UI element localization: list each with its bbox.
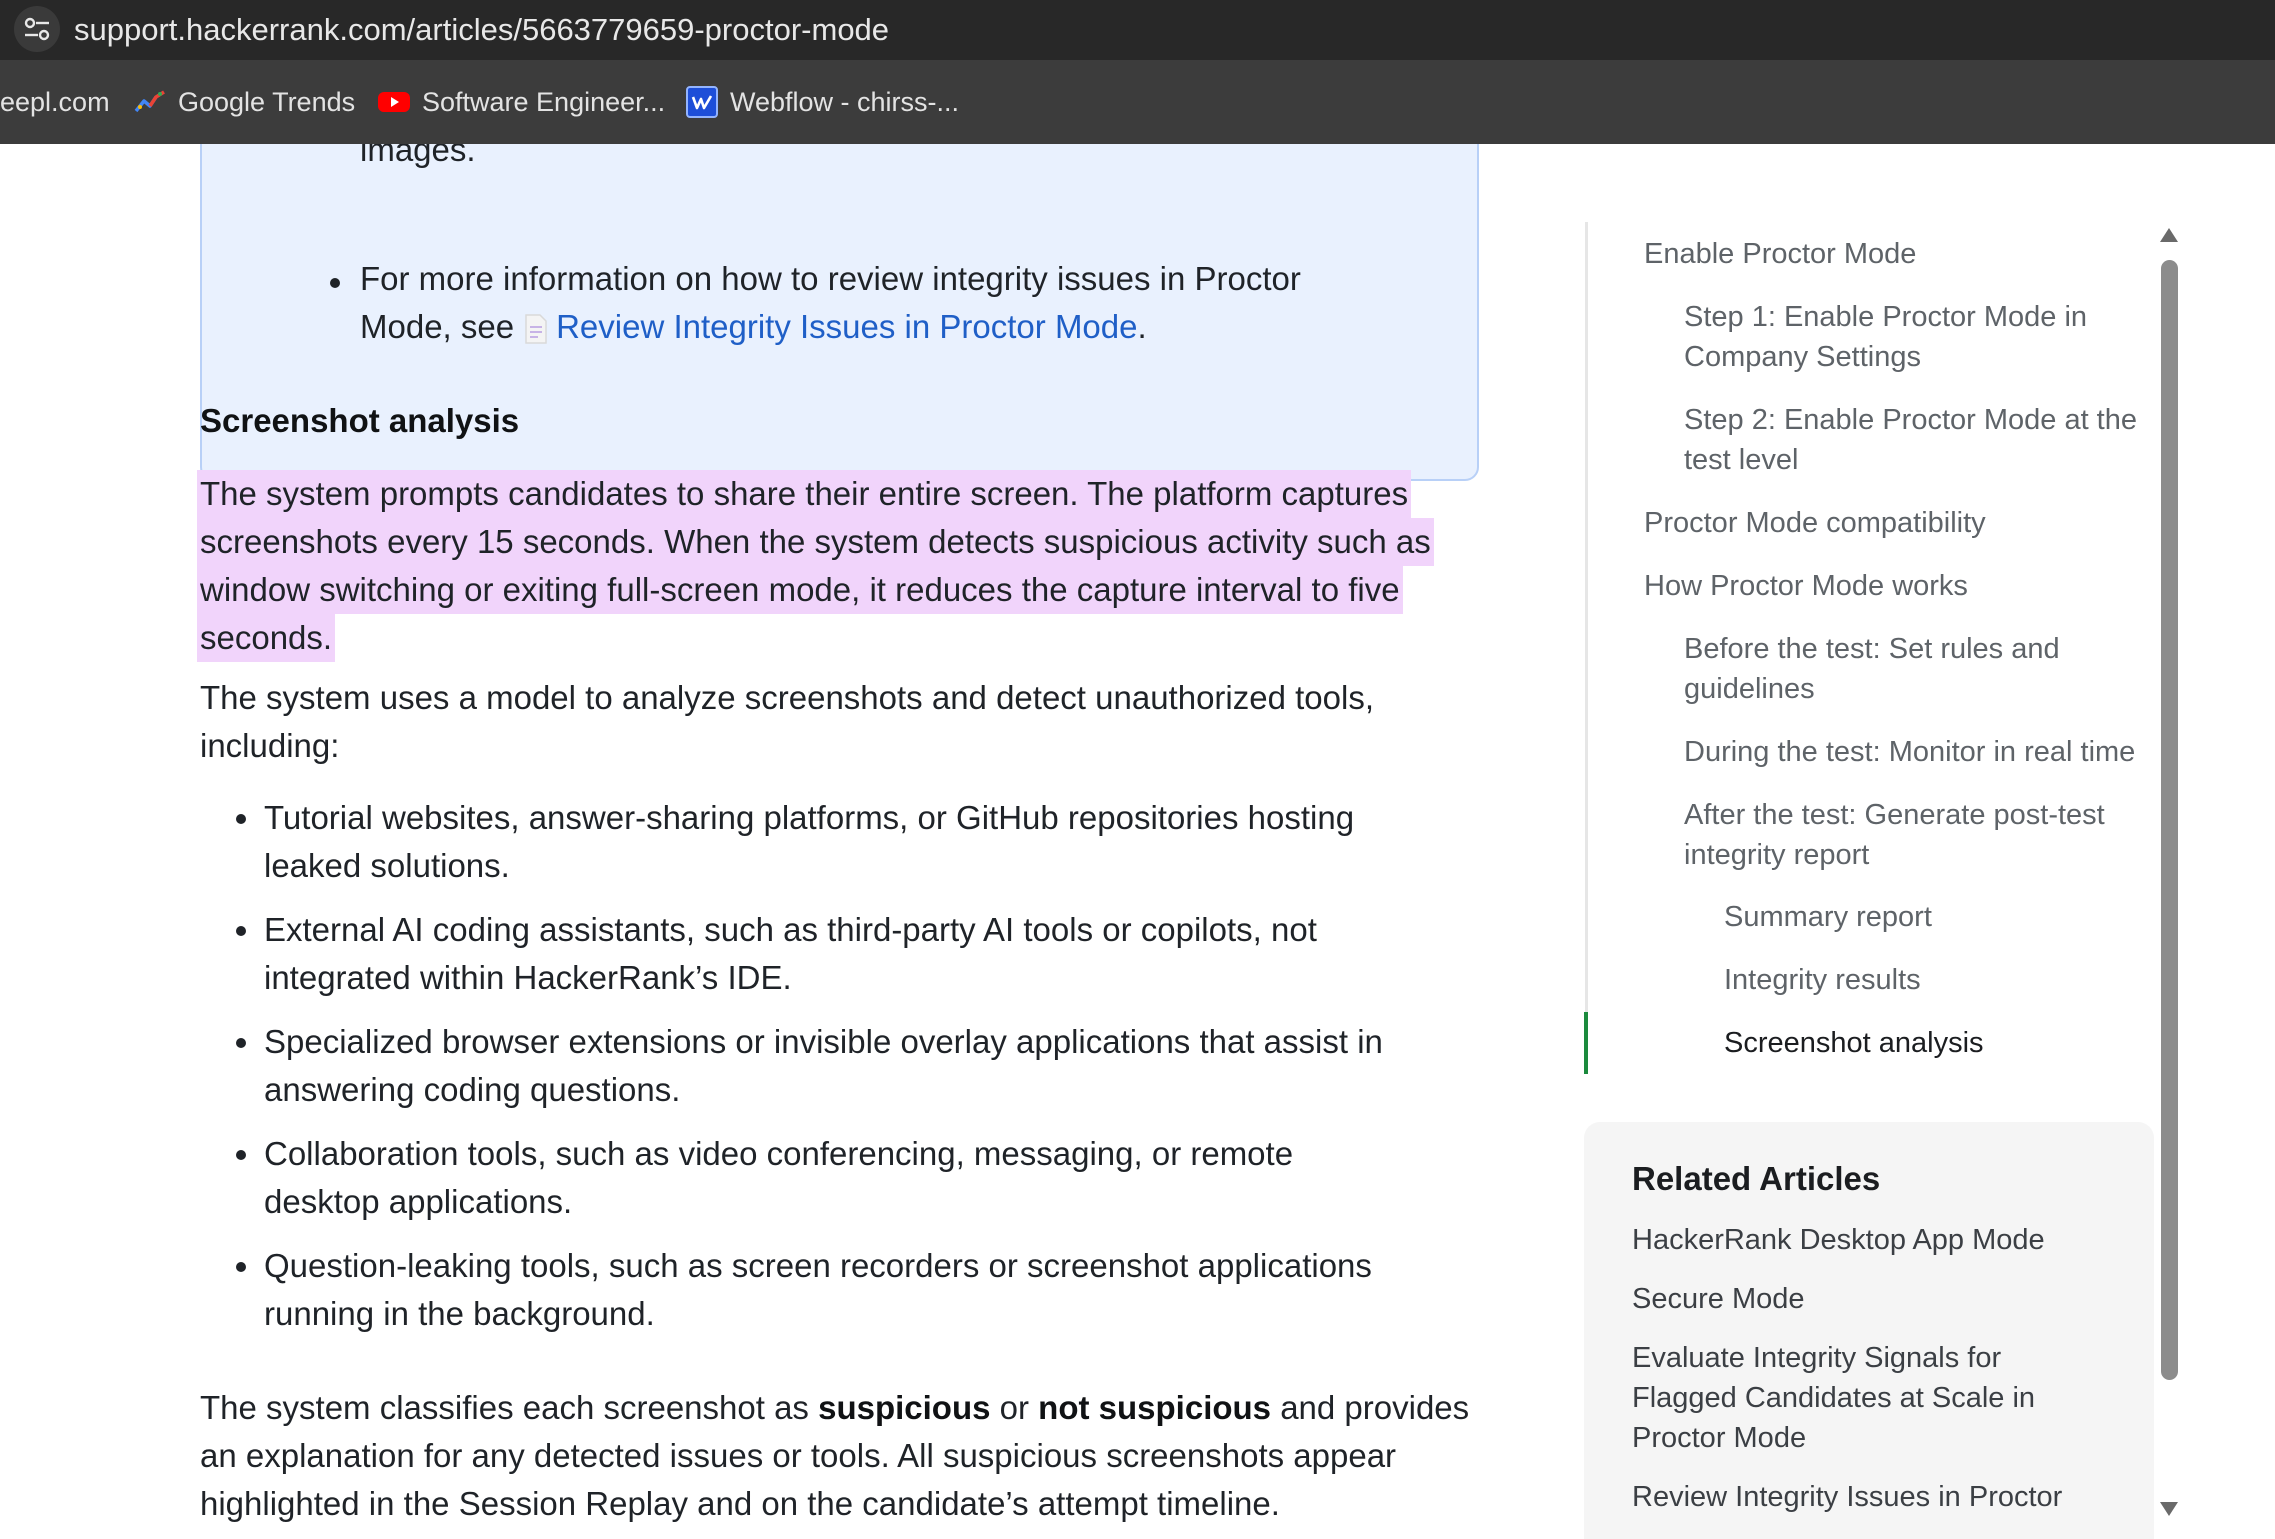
bookmark-label: Google Trends — [178, 87, 356, 117]
paragraph-line: The system uses a model to analyze scree… — [200, 679, 1374, 716]
highlighted-paragraph: The system prompts candidates to share t… — [197, 470, 1500, 662]
paragraph-line: The system classifies each screenshot as… — [200, 1384, 1500, 1432]
toc-item-label: integrity report — [1684, 839, 1870, 871]
related-link-line: Flagged Candidates at Scale in — [1632, 1382, 2036, 1414]
paragraph-line: including: — [200, 727, 340, 764]
scroll-up-arrow-icon[interactable] — [2160, 228, 2178, 242]
classify-paragraph: The system classifies each screenshot as… — [200, 1384, 1500, 1528]
callout-line2-prefix: Mode, see — [360, 308, 515, 345]
document-icon — [524, 309, 548, 357]
related-link-secure-mode[interactable]: Secure Mode — [1632, 1279, 1805, 1319]
review-integrity-link[interactable]: Review Integrity Issues in Proctor Mode — [556, 308, 1137, 345]
toc-item-step-1[interactable]: Step 1: Enable Proctor Mode in Company S… — [1684, 297, 2087, 377]
toc-rail — [1585, 222, 1588, 1072]
highlight-line: seconds. — [197, 614, 336, 662]
toc-item-label: Step 2: Enable Proctor Mode at the — [1684, 404, 2137, 436]
toc-item-how-it-works[interactable]: How Proctor Mode works — [1644, 566, 1968, 606]
toc-item-label: Company Settings — [1684, 341, 1921, 373]
related-link-line: Proctor Mode — [1632, 1422, 1807, 1454]
toc-item-label: test level — [1684, 444, 1799, 476]
address-field[interactable]: support.hackerrank.com/articles/56637796… — [74, 8, 889, 52]
toc-item-compatibility[interactable]: Proctor Mode compatibility — [1644, 503, 1986, 543]
scrollbar-thumb[interactable] — [2161, 260, 2178, 1380]
list-item-line: Tutorial websites, answer-sharing platfo… — [264, 799, 1355, 836]
bullet — [236, 926, 246, 936]
bold-term: suspicious — [818, 1389, 991, 1426]
bullet — [236, 1150, 246, 1160]
callout-line2: Mode, see Review Integrity Issues in Proc… — [360, 303, 1147, 357]
bullet — [236, 1262, 246, 1272]
callout-line1: For more information on how to review in… — [360, 260, 1301, 297]
bookmarks-bar: eepl.com Google Trends Software Engineer… — [0, 60, 2275, 144]
toc-item-label: Before the test: Set rules and — [1684, 633, 2060, 665]
toc-item-label: guidelines — [1684, 673, 1815, 705]
toc-item-integrity-results[interactable]: Integrity results — [1724, 960, 1921, 1000]
toc-item-step-2[interactable]: Step 2: Enable Proctor Mode at the test … — [1684, 400, 2137, 480]
toc-item-summary-report[interactable]: Summary report — [1724, 897, 1932, 937]
bullet — [236, 1038, 246, 1048]
callout-bullet — [330, 278, 340, 288]
section-heading: Screenshot analysis — [200, 402, 520, 439]
bookmark-software-engineer[interactable]: Software Engineer... — [378, 80, 665, 124]
callout-line2-suffix: . — [1137, 308, 1147, 345]
paragraph-line: highlighted in the Session Replay and on… — [200, 1485, 1280, 1522]
bookmark-label: Software Engineer... — [422, 87, 666, 117]
toc-item-during-test[interactable]: During the test: Monitor in real time — [1684, 732, 2135, 772]
bold-term: not suspicious — [1038, 1389, 1272, 1426]
browser-url-bar: support.hackerrank.com/articles/56637796… — [0, 0, 2275, 60]
youtube-icon — [378, 90, 410, 114]
list-item-line: integrated within HackerRank’s IDE. — [264, 959, 792, 996]
list-item-line: External AI coding assistants, such as t… — [264, 911, 1317, 948]
model-paragraph: The system uses a model to analyze scree… — [200, 674, 1500, 770]
list-item-line: answering coding questions. — [264, 1071, 681, 1108]
text-run: The system classifies each screenshot as — [200, 1389, 809, 1426]
bookmark-google-trends[interactable]: Google Trends — [134, 80, 355, 124]
toc-item-label: After the test: Generate post-test — [1684, 799, 2105, 831]
toc-item-label: Step 1: Enable Proctor Mode in — [1684, 301, 2088, 333]
related-articles-title: Related Articles — [1632, 1160, 1881, 1197]
paragraph-line: an explanation for any detected issues o… — [200, 1437, 1397, 1474]
related-link-evaluate-integrity[interactable]: Evaluate Integrity Signals for Flagged C… — [1632, 1338, 2035, 1458]
list-item-line: running in the background. — [264, 1295, 655, 1332]
list-item-line: Question-leaking tools, such as screen r… — [264, 1247, 1372, 1284]
webflow-icon — [686, 86, 718, 118]
toc-item-before-test[interactable]: Before the test: Set rules and guideline… — [1684, 629, 2060, 709]
toc-item-enable-proctor-mode[interactable]: Enable Proctor Mode — [1644, 234, 1916, 274]
highlight-line: window switching or exiting full-screen … — [197, 566, 1403, 614]
list-item-line: leaked solutions. — [264, 847, 510, 884]
article-page: images. For more information on how to r… — [0, 144, 2275, 1539]
list-item-line: Specialized browser extensions or invisi… — [264, 1023, 1383, 1060]
bookmark-deepl[interactable]: eepl.com — [0, 80, 110, 124]
text-run: and provides — [1280, 1389, 1470, 1426]
list-item-line: Collaboration tools, such as video confe… — [264, 1135, 1294, 1172]
site-info-icon[interactable] — [14, 6, 60, 52]
bullet — [236, 814, 246, 824]
bookmark-label: eepl.com — [0, 87, 110, 117]
toc-active-indicator — [1584, 1012, 1588, 1074]
highlight-line: screenshots every 15 seconds. When the s… — [197, 518, 1434, 566]
trends-icon — [134, 89, 166, 115]
highlight-line: The system prompts candidates to share t… — [197, 470, 1412, 518]
text-run: or — [999, 1389, 1029, 1426]
toc-item-screenshot-analysis[interactable]: Screenshot analysis — [1724, 1023, 1984, 1063]
related-link-desktop-app-mode[interactable]: HackerRank Desktop App Mode — [1632, 1220, 2045, 1260]
tune-icon — [24, 17, 50, 41]
related-articles-panel: Related Articles HackerRank Desktop App … — [1584, 1122, 2154, 1539]
bookmark-webflow[interactable]: Webflow - chirss-... — [686, 80, 959, 124]
related-link-line: Evaluate Integrity Signals for — [1632, 1342, 2002, 1374]
bookmark-label: Webflow - chirss-... — [730, 87, 960, 117]
toc-item-after-test[interactable]: After the test: Generate post-test integ… — [1684, 795, 2105, 875]
list-item-line: desktop applications. — [264, 1183, 573, 1220]
callout-text-prev: images. — [360, 144, 476, 168]
related-link-review-integrity[interactable]: Review Integrity Issues in Proctor — [1632, 1477, 2062, 1517]
scroll-down-arrow-icon[interactable] — [2160, 1502, 2178, 1516]
